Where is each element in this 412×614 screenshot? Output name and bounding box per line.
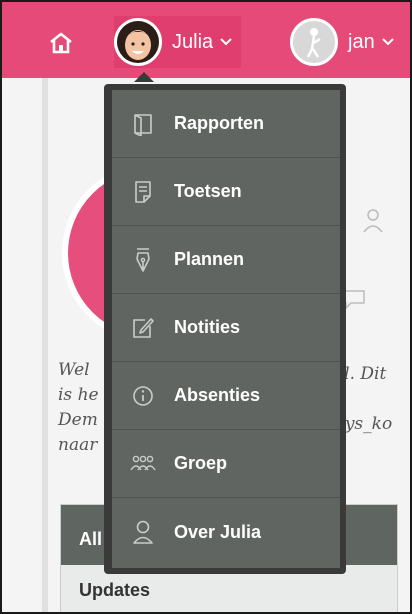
pen-nib-icon	[112, 247, 174, 273]
info-icon	[112, 385, 174, 407]
menu-item-rapporten[interactable]: Rapporten	[112, 90, 340, 158]
app-window: Julia jan Wel is he Dem naar al. Dit 5ys…	[0, 0, 412, 614]
top-navigation-bar: Julia jan	[2, 2, 410, 78]
user-switcher-julia[interactable]: Julia	[114, 16, 242, 68]
person-outline-icon[interactable]	[362, 208, 384, 239]
menu-item-notities[interactable]: Notities	[112, 294, 340, 362]
avatar	[290, 18, 338, 66]
menu-item-toetsen[interactable]: Toetsen	[112, 158, 340, 226]
user-dropdown-menu: Rapporten Toetsen Plannen Notities Absen…	[104, 84, 346, 574]
timeline-rail	[42, 78, 48, 612]
menu-item-label: Toetsen	[174, 181, 242, 201]
menu-item-label: Rapporten	[174, 113, 264, 133]
user-switcher-jan[interactable]: jan	[290, 16, 395, 68]
menu-item-over-julia[interactable]: Over Julia	[112, 498, 340, 566]
edit-note-icon	[112, 316, 174, 340]
chevron-down-icon	[220, 38, 232, 46]
menu-item-groep[interactable]: Groep	[112, 430, 340, 498]
document-icon	[112, 180, 174, 204]
book-icon	[112, 112, 174, 136]
group-icon	[112, 453, 174, 475]
menu-item-plannen[interactable]: Plannen	[112, 226, 340, 294]
menu-list: Rapporten Toetsen Plannen Notities Absen…	[112, 90, 340, 568]
home-icon	[50, 32, 72, 54]
home-button[interactable]	[32, 20, 90, 66]
avatar	[114, 18, 162, 66]
menu-item-absenties[interactable]: Absenties	[112, 362, 340, 430]
menu-item-label: Notities	[174, 317, 241, 337]
other-user-name: jan	[348, 30, 375, 53]
chevron-down-icon	[381, 38, 394, 46]
person-icon	[112, 519, 174, 545]
menu-item-label: Over Julia	[174, 521, 262, 542]
dropdown-caret	[134, 72, 154, 82]
menu-item-label: Groep	[174, 453, 228, 473]
menu-item-label: Plannen	[174, 249, 245, 269]
current-user-name: Julia	[172, 30, 214, 53]
menu-item-label: Absenties	[174, 385, 261, 405]
